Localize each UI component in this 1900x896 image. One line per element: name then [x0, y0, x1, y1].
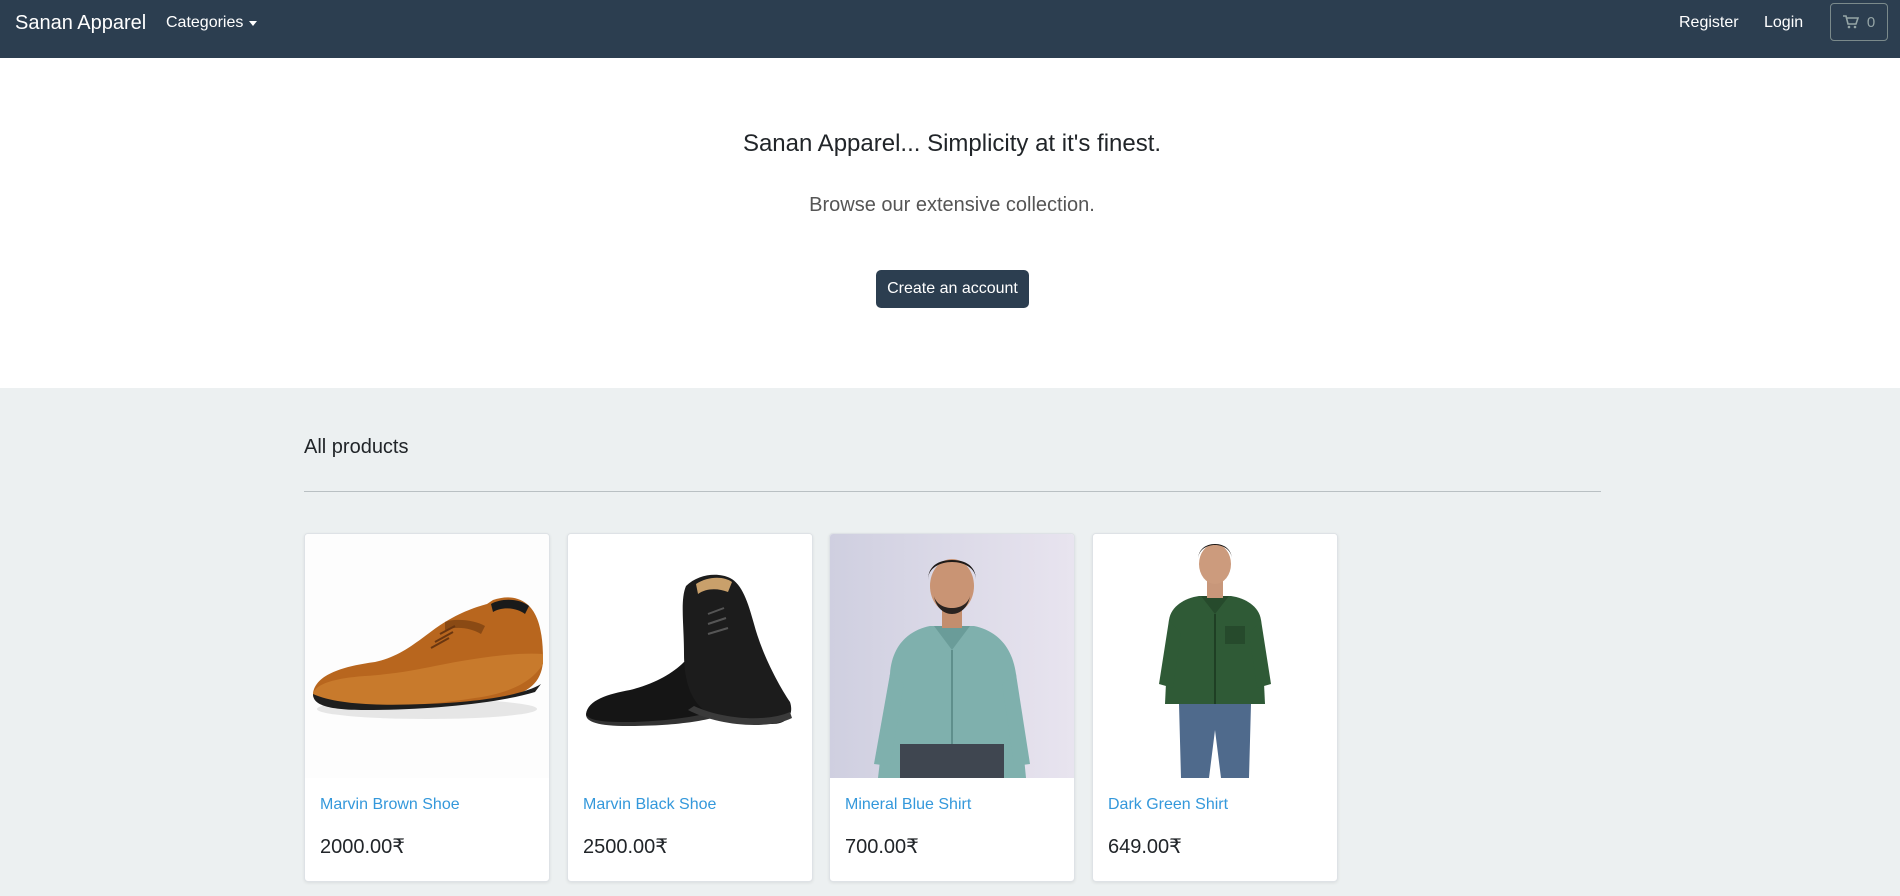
create-account-button[interactable]: Create an account — [876, 270, 1029, 308]
product-name-link[interactable]: Marvin Black Shoe — [583, 796, 716, 814]
product-card[interactable]: Dark Green Shirt 649.00₹ — [1092, 533, 1338, 882]
shopping-cart-icon — [1842, 15, 1859, 29]
product-image-blue-shirt[interactable] — [830, 534, 1074, 778]
register-link[interactable]: Register — [1679, 14, 1739, 32]
product-image-brown-shoe[interactable] — [305, 534, 549, 778]
categories-label: Categories — [166, 14, 244, 31]
product-price: 2500.00₹ — [583, 836, 669, 858]
product-card[interactable]: Marvin Brown Shoe 2000.00₹ — [304, 533, 550, 882]
brand-link[interactable]: Sanan Apparel — [15, 12, 146, 35]
cart-button[interactable]: 0 — [1830, 3, 1888, 41]
hero-subtitle: Browse our extensive collection. — [809, 194, 1095, 216]
hero-title: Sanan Apparel... Simplicity at it's fine… — [742, 130, 1162, 157]
login-link[interactable]: Login — [1764, 14, 1803, 32]
product-image-black-shoe[interactable] — [568, 534, 812, 778]
product-name-link[interactable]: Marvin Brown Shoe — [320, 796, 460, 814]
product-name-link[interactable]: Dark Green Shirt — [1108, 796, 1228, 814]
product-card[interactable]: Mineral Blue Shirt 700.00₹ — [829, 533, 1075, 882]
hero-section: Sanan Apparel... Simplicity at it's fine… — [0, 58, 1900, 388]
chevron-down-icon — [249, 20, 258, 26]
divider — [304, 491, 1601, 492]
product-card[interactable]: Marvin Black Shoe 2500.00₹ — [567, 533, 813, 882]
product-price: 2000.00₹ — [320, 836, 406, 858]
product-image-green-shirt[interactable] — [1093, 534, 1337, 778]
product-price: 649.00₹ — [1108, 836, 1182, 858]
products-heading: All products — [304, 436, 409, 458]
cart-count: 0 — [1866, 13, 1876, 31]
product-price: 700.00₹ — [845, 836, 919, 858]
categories-dropdown[interactable]: Categories — [166, 14, 258, 32]
navbar: Sanan Apparel Categories Register Login … — [0, 0, 1900, 58]
product-name-link[interactable]: Mineral Blue Shirt — [845, 796, 971, 814]
